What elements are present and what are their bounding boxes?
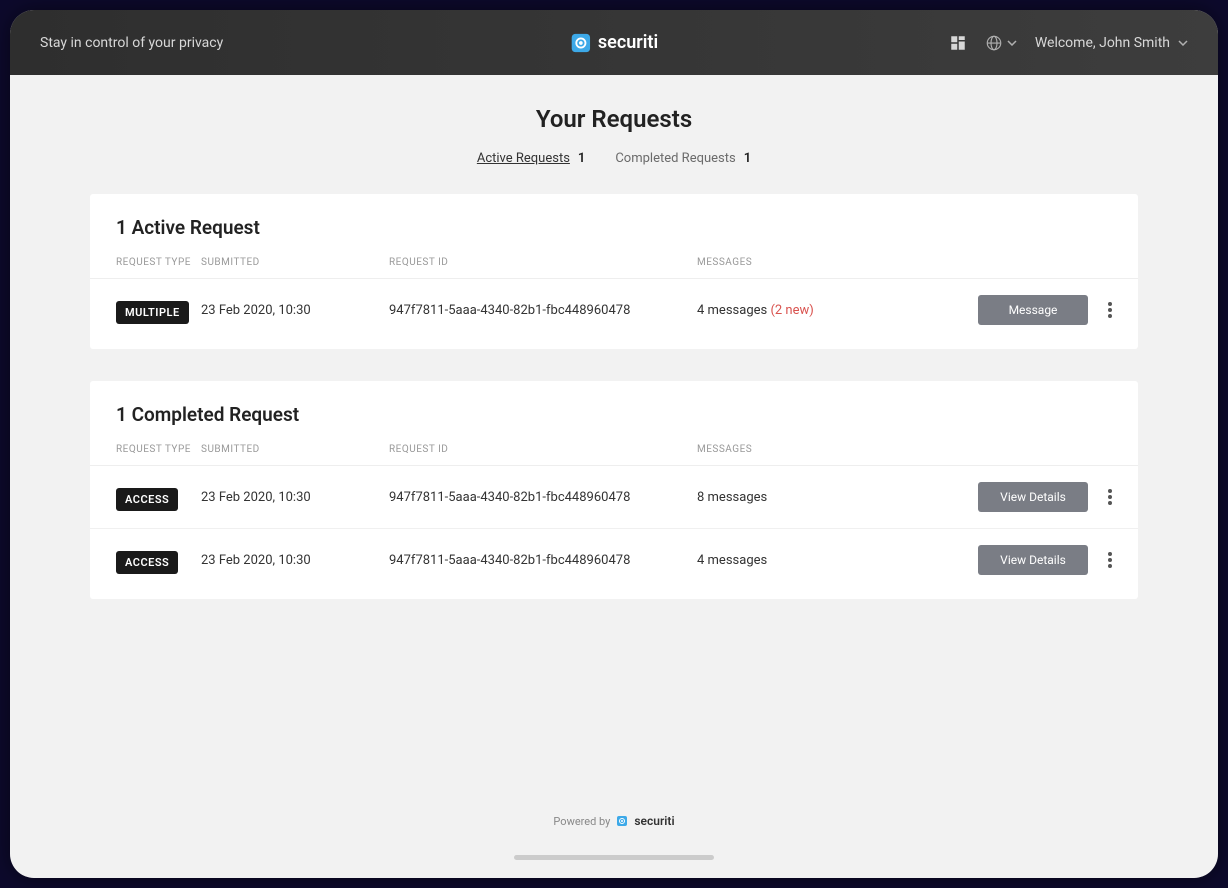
table-row: ACCESS 23 Feb 2020, 10:30 947f7811-5aaa-… <box>90 529 1138 591</box>
column-header-id: REQUEST ID <box>389 444 697 455</box>
welcome-text: Welcome, John Smith <box>1035 35 1170 51</box>
more-options-icon[interactable] <box>1108 552 1112 568</box>
globe-icon <box>985 34 1003 52</box>
request-id: 947f7811-5aaa-4340-82b1-fbc448960478 <box>389 490 697 505</box>
page-title: Your Requests <box>90 105 1138 133</box>
main-content: Your Requests Active Requests 1 Complete… <box>10 75 1218 661</box>
view-details-button[interactable]: View Details <box>978 545 1088 575</box>
column-header-type: REQUEST TYPE <box>116 257 201 268</box>
footer-brand-text: securiti <box>634 814 674 828</box>
securiti-logo-icon <box>616 815 628 827</box>
card-title: 1 Active Request <box>90 216 1138 257</box>
tab-label: Completed Requests <box>615 151 735 166</box>
more-options-icon[interactable] <box>1108 302 1112 318</box>
request-id: 947f7811-5aaa-4340-82b1-fbc448960478 <box>389 553 697 568</box>
submitted-date: 23 Feb 2020, 10:30 <box>201 553 389 568</box>
table-header: REQUEST TYPE SUBMITTED REQUEST ID MESSAG… <box>90 257 1138 279</box>
securiti-logo-icon <box>570 32 592 54</box>
submitted-date: 23 Feb 2020, 10:30 <box>201 490 389 505</box>
chevron-down-icon <box>1007 40 1017 46</box>
view-details-button[interactable]: View Details <box>978 482 1088 512</box>
home-indicator <box>514 855 714 860</box>
dashboard-icon[interactable] <box>949 34 967 52</box>
new-messages-badge: (2 new) <box>770 303 813 318</box>
column-header-id: REQUEST ID <box>389 257 697 268</box>
table-row: ACCESS 23 Feb 2020, 10:30 947f7811-5aaa-… <box>90 466 1138 529</box>
column-header-messages: MESSAGES <box>697 444 837 455</box>
table-row: MULTIPLE 23 Feb 2020, 10:30 947f7811-5aa… <box>90 279 1138 341</box>
more-options-icon[interactable] <box>1108 489 1112 505</box>
message-button[interactable]: Message <box>978 295 1088 325</box>
request-type-badge: MULTIPLE <box>116 301 189 324</box>
table-header: REQUEST TYPE SUBMITTED REQUEST ID MESSAG… <box>90 444 1138 466</box>
messages-count: 4 messages <box>697 553 837 568</box>
active-requests-card: 1 Active Request REQUEST TYPE SUBMITTED … <box>90 194 1138 349</box>
column-header-type: REQUEST TYPE <box>116 444 201 455</box>
chevron-down-icon <box>1178 40 1188 46</box>
request-id: 947f7811-5aaa-4340-82b1-fbc448960478 <box>389 303 697 318</box>
language-selector[interactable] <box>985 34 1017 52</box>
device-frame: Stay in control of your privacy securiti <box>10 10 1218 878</box>
messages-count: 4 messages (2 new) <box>697 303 837 318</box>
user-menu[interactable]: Welcome, John Smith <box>1035 35 1188 51</box>
column-header-messages: MESSAGES <box>697 257 837 268</box>
app-header: Stay in control of your privacy securiti <box>10 10 1218 75</box>
request-tabs: Active Requests 1 Completed Requests 1 <box>90 151 1138 166</box>
tab-active-requests[interactable]: Active Requests 1 <box>477 151 586 166</box>
completed-requests-card: 1 Completed Request REQUEST TYPE SUBMITT… <box>90 381 1138 599</box>
submitted-date: 23 Feb 2020, 10:30 <box>201 303 389 318</box>
column-header-submitted: SUBMITTED <box>201 444 389 455</box>
footer: Powered by securiti <box>10 814 1218 828</box>
column-header-submitted: SUBMITTED <box>201 257 389 268</box>
card-title: 1 Completed Request <box>90 403 1138 444</box>
request-type-badge: ACCESS <box>116 488 178 511</box>
request-type-badge: ACCESS <box>116 551 178 574</box>
tab-count: 1 <box>744 151 751 166</box>
header-tagline: Stay in control of your privacy <box>40 35 223 51</box>
header-actions: Welcome, John Smith <box>949 34 1188 52</box>
tab-completed-requests[interactable]: Completed Requests 1 <box>615 151 751 166</box>
powered-by-text: Powered by <box>553 815 610 828</box>
brand-logo[interactable]: securiti <box>570 32 658 54</box>
tab-count: 1 <box>578 151 585 166</box>
tab-label: Active Requests <box>477 151 570 166</box>
messages-count: 8 messages <box>697 490 837 505</box>
brand-text: securiti <box>598 32 658 53</box>
